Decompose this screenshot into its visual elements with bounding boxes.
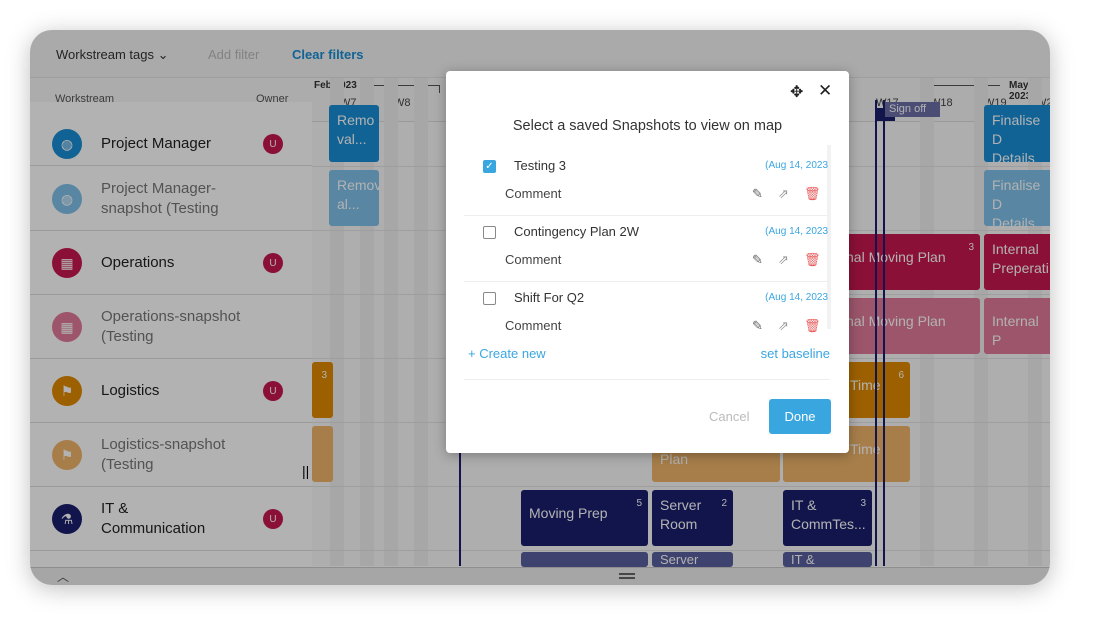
snapshot-date: (Aug 14, 2023 xyxy=(765,226,828,237)
snapshots-modal: ✥ ✕ Select a saved Snapshots to view on … xyxy=(446,71,849,453)
snapshot-name: Shift For Q2 xyxy=(514,290,585,305)
move-icon[interactable]: ✥ xyxy=(790,82,803,102)
snapshot-date: (Aug 14, 2023 xyxy=(765,292,828,303)
modal-title: Select a saved Snapshots to view on map xyxy=(512,118,783,134)
snapshot-comment: Comment xyxy=(505,318,562,333)
close-icon[interactable]: ✕ xyxy=(818,81,832,101)
snapshot-checkbox[interactable] xyxy=(483,292,496,305)
divider xyxy=(464,379,830,380)
snapshot-item[interactable]: ✓ Testing 3 (Aug 14, 2023 Comment ✎ ⇗ 🗑 xyxy=(464,150,828,216)
trash-icon[interactable]: 🗑 xyxy=(804,252,821,268)
snapshot-comment: Comment xyxy=(505,252,562,267)
snapshot-comment: Comment xyxy=(505,186,562,201)
trash-icon[interactable]: 🗑 xyxy=(804,186,821,202)
cancel-button[interactable]: Cancel xyxy=(709,409,749,424)
done-button[interactable]: Done xyxy=(769,399,831,434)
snapshot-checkbox[interactable]: ✓ xyxy=(483,160,496,173)
share-icon[interactable]: ⇗ xyxy=(778,186,789,202)
snapshot-name: Contingency Plan 2W xyxy=(514,224,640,239)
snapshot-date: (Aug 14, 2023 xyxy=(765,160,828,171)
create-new-button[interactable]: + Create new xyxy=(468,346,546,361)
snapshot-item[interactable]: Contingency Plan 2W (Aug 14, 2023 Commen… xyxy=(464,216,828,282)
share-icon[interactable]: ⇗ xyxy=(778,318,789,334)
edit-icon[interactable]: ✎ xyxy=(752,186,763,202)
share-icon[interactable]: ⇗ xyxy=(778,252,789,268)
edit-icon[interactable]: ✎ xyxy=(752,318,763,334)
snapshot-name: Testing 3 xyxy=(514,158,567,173)
edit-icon[interactable]: ✎ xyxy=(752,252,763,268)
set-baseline-button[interactable]: set baseline xyxy=(761,346,830,361)
trash-icon[interactable]: 🗑 xyxy=(804,318,821,334)
snapshot-item[interactable]: Shift For Q2 (Aug 14, 2023 Comment ✎ ⇗ 🗑 xyxy=(464,282,828,348)
snapshot-checkbox[interactable] xyxy=(483,226,496,239)
